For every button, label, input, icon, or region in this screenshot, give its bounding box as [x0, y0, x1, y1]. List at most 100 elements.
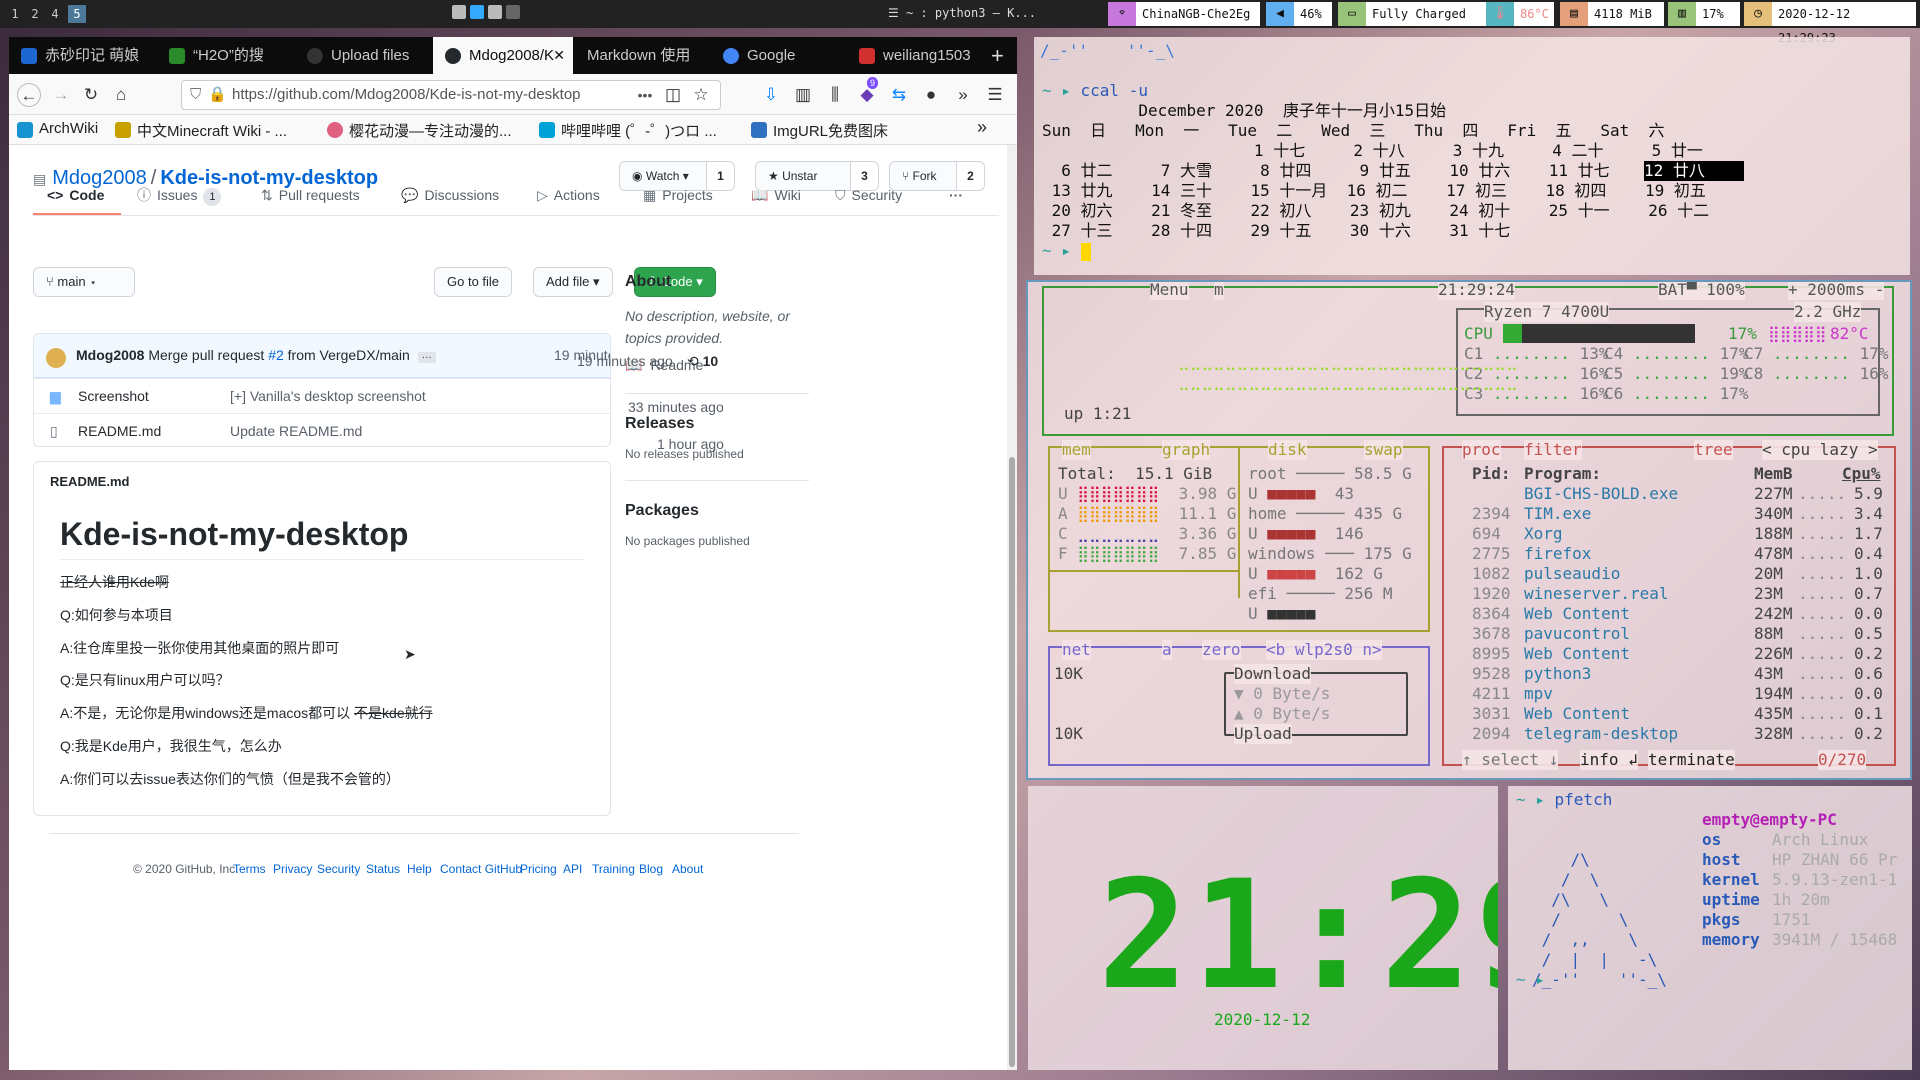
tab-moegirl[interactable]: 赤砂印记 萌娘 — [9, 37, 157, 74]
clock-module[interactable]: ◷2020-12-12 21:29:23 — [1744, 2, 1916, 45]
proc-col-mem[interactable]: MemB — [1754, 464, 1793, 484]
tree-tab[interactable]: tree — [1694, 440, 1733, 460]
bookmark-minecraft-wiki[interactable]: 中文Minecraft Wiki - ... — [115, 120, 287, 141]
reload-icon[interactable]: ↻ — [79, 83, 103, 107]
battery-module[interactable]: ▭ Fully Charged — [1338, 2, 1488, 26]
proc-select-hint[interactable]: ↑ select ↓ — [1462, 750, 1559, 770]
tab-discussions[interactable]: 💬 Discussions — [401, 175, 499, 215]
calendar-terminal[interactable]: /_-'' ''-_\ ~ ▸ ccal -u December 2020 庚子… — [1034, 37, 1910, 275]
pocket-icon[interactable]: ◫ — [661, 83, 685, 107]
proc-terminate-button[interactable]: terminate — [1648, 750, 1735, 770]
proc-col-program[interactable]: Program: — [1524, 464, 1601, 484]
close-tab-icon[interactable]: ✕ — [553, 37, 565, 74]
footer-link-terms[interactable]: Terms — [233, 862, 266, 876]
file-commit-message[interactable]: [+] Vanilla's desktop screenshot — [230, 379, 426, 413]
go-to-file-button[interactable]: Go to file — [434, 267, 513, 297]
sync-icon[interactable]: ⇆ — [887, 83, 911, 107]
tab-weiliang[interactable]: weiliang1503 — [847, 37, 983, 74]
lock-icon[interactable]: 🔒 — [208, 81, 227, 109]
tab-security[interactable]: ⛉ Security — [835, 175, 902, 215]
tab-h2o-search[interactable]: “H2O”的搜 — [157, 37, 295, 74]
overflow-chevron-icon[interactable]: » — [951, 83, 975, 107]
hamburger-menu-icon[interactable]: ☰ — [983, 83, 1007, 107]
page-scrollbar[interactable] — [1007, 145, 1017, 1070]
tab-issues[interactable]: ⓘ Issues 1 — [137, 175, 222, 215]
menu-label[interactable]: Menu — [1150, 282, 1189, 300]
packages-heading[interactable]: Packages — [625, 502, 699, 520]
file-name[interactable]: Screenshot — [78, 379, 149, 413]
footer-link-privacy[interactable]: Privacy — [273, 862, 312, 876]
workspace-4[interactable]: 4 — [46, 5, 64, 23]
workspace-1[interactable]: 1 — [6, 5, 24, 23]
sort-selector[interactable]: < cpu lazy > — [1762, 440, 1878, 460]
tracking-shield-icon[interactable]: ⛉ — [190, 81, 201, 109]
clock-terminal[interactable]: 21:29 2020-12-12 — [1028, 786, 1498, 1070]
avatar[interactable] — [46, 348, 66, 368]
tray-network-icon[interactable] — [488, 5, 502, 19]
footer-link-help[interactable]: Help — [407, 862, 432, 876]
proc-info-button[interactable]: info ↲ — [1580, 750, 1638, 770]
net-zero-toggle[interactable]: zero — [1202, 640, 1241, 660]
file-commit-message[interactable]: Update README.md — [230, 414, 362, 446]
forward-arrow-icon[interactable]: → — [49, 83, 73, 107]
temp-module[interactable]: 🌡 86°C — [1486, 2, 1554, 26]
tab-projects[interactable]: ▦ Projects — [643, 175, 713, 215]
wifi-module[interactable]: ⌔ ChinaNGB-Che2Eg — [1108, 2, 1260, 26]
tab-code[interactable]: <> Code — [33, 175, 121, 215]
bookmark-sakura-anime[interactable]: 樱花动漫—专注动漫的... — [327, 120, 512, 141]
footer-link-api[interactable]: API — [563, 862, 582, 876]
sidebar-icon[interactable]: ▥ — [791, 83, 815, 107]
footer-link-pricing[interactable]: Pricing — [520, 862, 557, 876]
tab-pull-requests[interactable]: ⇅ Pull requests — [261, 175, 360, 215]
file-name[interactable]: README.md — [78, 414, 161, 446]
workspace-5[interactable]: 5 — [68, 5, 86, 23]
download-icon[interactable]: ⇩ — [759, 83, 783, 107]
pr-link[interactable]: #2 — [268, 347, 284, 363]
commit-author[interactable]: Mdog2008 — [76, 347, 144, 363]
proc-col-pid[interactable]: Pid: — [1472, 464, 1511, 484]
tray-app-icon[interactable] — [452, 5, 466, 19]
swap-tab[interactable]: swap — [1364, 440, 1403, 460]
tray-bluetooth-icon[interactable] — [470, 5, 484, 19]
disk-tab[interactable]: disk — [1268, 440, 1307, 460]
mem-tab[interactable]: mem — [1062, 440, 1091, 460]
commit-history-count[interactable]: ⟲ 10 — [687, 353, 718, 370]
net-auto-toggle[interactable]: a — [1162, 640, 1172, 660]
refresh-rate[interactable]: + 2000ms - — [1788, 282, 1885, 300]
container-icon[interactable]: ● — [919, 83, 943, 107]
tab-actions[interactable]: ▷ Actions — [537, 175, 600, 215]
releases-heading[interactable]: Releases — [625, 415, 694, 433]
bookmarks-overflow-icon[interactable]: » — [977, 117, 987, 138]
footer-link-contact[interactable]: Contact GitHub — [440, 862, 522, 876]
extension-icon[interactable]: ◆ 9 — [855, 77, 879, 107]
add-file-button[interactable]: Add file ▾ — [533, 267, 613, 297]
workspace-2[interactable]: 2 — [26, 5, 44, 23]
tab-google[interactable]: Google — [711, 37, 847, 74]
bookmark-imgurl[interactable]: ImgURL免费图床 — [751, 120, 888, 141]
bookmark-bilibili[interactable]: 哔哩哔哩 (゜-゜)つロ ... — [539, 120, 717, 141]
footer-link-security[interactable]: Security — [317, 862, 360, 876]
pfetch-terminal[interactable]: ~ ▸ pfetch /\ / \ /\ \ / \ / ,, \ / | | … — [1508, 786, 1912, 1070]
proc-col-cpu[interactable]: Cpu% — [1842, 464, 1881, 484]
footer-link-status[interactable]: Status — [366, 862, 400, 876]
net-interface-selector[interactable]: <b wlp2s0 n> — [1266, 640, 1382, 660]
tab-upload-files[interactable]: Upload files — [295, 37, 433, 74]
memory-module[interactable]: ▤ 4118 MiB — [1560, 2, 1664, 26]
footer-link-about[interactable]: About — [672, 862, 703, 876]
tab-wiki[interactable]: 📖 Wiki — [751, 175, 801, 215]
new-tab-plus-icon[interactable]: + — [991, 37, 1004, 74]
tab-markdown[interactable]: Markdown 使用 — [573, 37, 711, 74]
more-tabs-button[interactable]: ··· — [949, 175, 963, 215]
commit-message[interactable]: Merge pull request — [148, 347, 268, 363]
volume-module[interactable]: ◀ 46% — [1266, 2, 1332, 26]
branch-selector[interactable]: ⑂ main ▾ — [33, 267, 135, 297]
footer-link-blog[interactable]: Blog — [639, 862, 663, 876]
proc-tab[interactable]: proc — [1462, 440, 1501, 460]
bookmark-archwiki[interactable]: ArchWiki — [17, 120, 98, 138]
net-tab[interactable]: net — [1062, 640, 1091, 660]
scrollbar-thumb[interactable] — [1009, 457, 1015, 1067]
bookmark-star-icon[interactable]: ☆ — [689, 83, 713, 107]
tray-display-icon[interactable] — [506, 5, 520, 19]
tab-repo[interactable]: Mdog2008/K ✕ — [433, 37, 573, 74]
btop-monitor[interactable]: Menu m 21:29:24 BAT▀ 100% + 2000ms - Ryz… — [1026, 280, 1912, 780]
